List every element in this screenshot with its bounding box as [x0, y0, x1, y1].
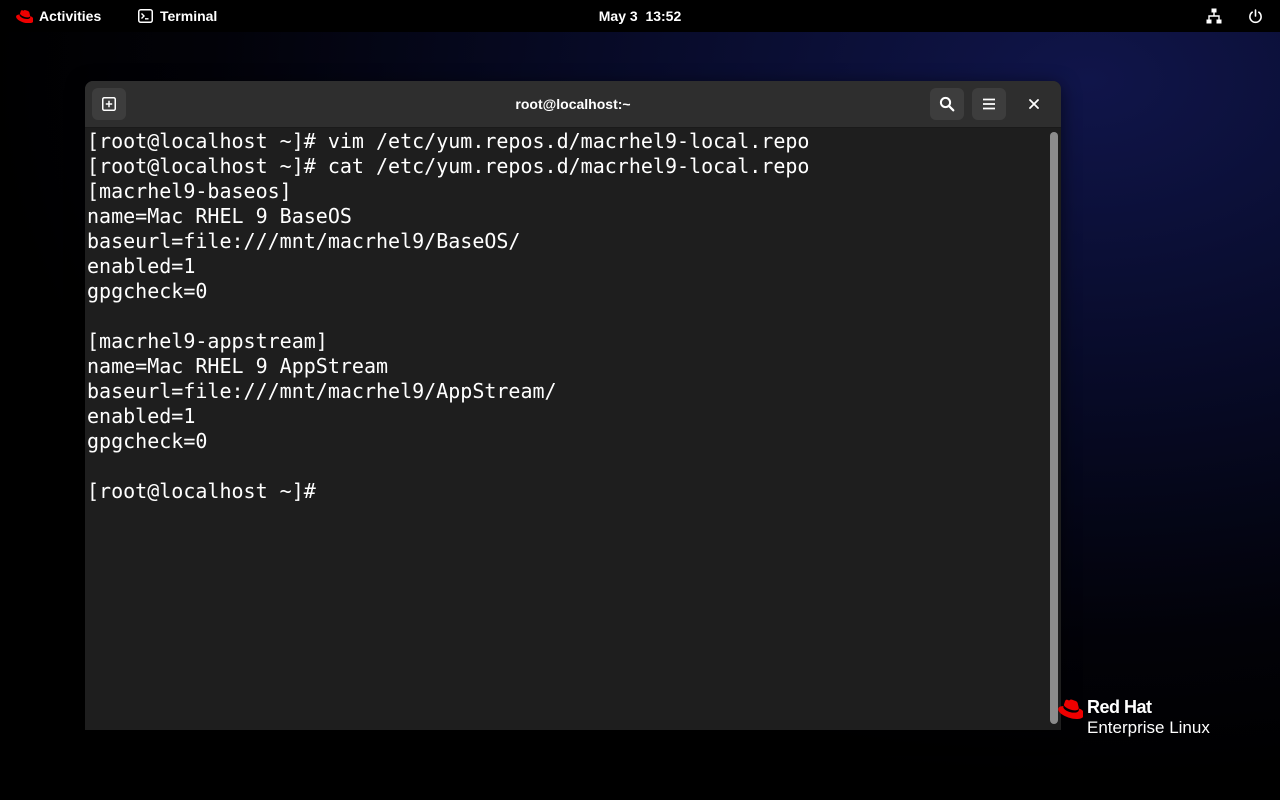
terminal-line: [root@localhost ~]# cat /etc/yum.repos.d… — [87, 154, 810, 178]
menu-icon — [982, 98, 996, 110]
terminal-line: baseurl=file:///mnt/macrhel9/AppStream/ — [87, 379, 557, 403]
activities-label: Activities — [39, 8, 102, 24]
network-icon[interactable] — [1202, 6, 1226, 26]
terminal-line: gpgcheck=0 — [87, 279, 208, 303]
red-hat-icon — [16, 9, 33, 23]
brand-product: Enterprise Linux — [1087, 718, 1210, 737]
close-icon — [1029, 99, 1039, 109]
terminal-line: [root@localhost ~]# vim /etc/yum.repos.d… — [87, 129, 810, 153]
main-menu-button[interactable] — [972, 88, 1006, 120]
search-icon — [939, 96, 955, 112]
app-menu-label: Terminal — [160, 8, 218, 24]
terminal-line: [root@localhost ~]# — [87, 479, 316, 503]
header-bar[interactable]: root@localhost:~ — [85, 81, 1061, 128]
terminal-line: baseurl=file:///mnt/macrhel9/BaseOS/ — [87, 229, 521, 253]
red-hat-logo-icon — [1058, 698, 1085, 725]
terminal-output[interactable]: [root@localhost ~]# vim /etc/yum.repos.d… — [85, 128, 1047, 730]
close-button[interactable] — [1022, 92, 1046, 116]
new-tab-icon — [101, 96, 117, 112]
terminal-line: enabled=1 — [87, 254, 196, 278]
scrollbar-thumb[interactable] — [1050, 132, 1058, 724]
terminal-line: gpgcheck=0 — [87, 429, 208, 453]
terminal-line: name=Mac RHEL 9 AppStream — [87, 354, 389, 378]
terminal-line: name=Mac RHEL 9 BaseOS — [87, 204, 352, 228]
window-title: root@localhost:~ — [515, 96, 631, 112]
terminal-lines: [root@localhost ~]# vim /etc/yum.repos.d… — [87, 129, 809, 504]
top-bar: Activities Terminal May 3 13:52 — [0, 0, 1280, 32]
app-menu-terminal[interactable]: Terminal — [132, 0, 223, 32]
new-tab-button[interactable] — [92, 88, 126, 120]
scrollbar[interactable] — [1047, 128, 1061, 730]
clock[interactable]: May 3 13:52 — [580, 0, 700, 32]
terminal-line: [macrhel9-baseos] — [87, 179, 292, 203]
redhat-logo: Red Hat Enterprise Linux — [1058, 696, 1238, 740]
power-icon[interactable] — [1243, 6, 1267, 26]
search-button[interactable] — [930, 88, 964, 120]
clock-label: May 3 13:52 — [598, 8, 682, 24]
activities-button[interactable]: Activities — [8, 0, 109, 32]
terminal-icon — [138, 9, 153, 23]
terminal-line: [macrhel9-appstream] — [87, 329, 328, 353]
brand-name: Red Hat — [1087, 697, 1152, 717]
terminal-window: root@localhost:~ [root@localhost ~]# vim… — [85, 81, 1061, 730]
terminal-line: enabled=1 — [87, 404, 196, 428]
